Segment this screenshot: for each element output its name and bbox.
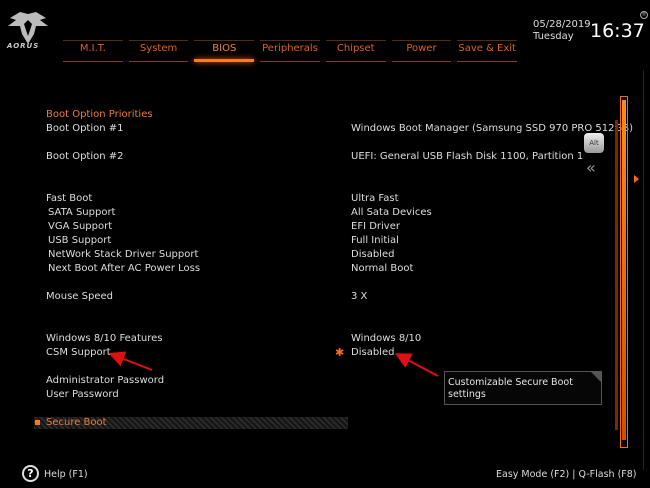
boot-option-2-label[interactable]: Boot Option #2 — [46, 151, 124, 163]
usb-support-label[interactable]: USB Support — [48, 235, 111, 247]
alt-key-button[interactable]: Alt — [584, 133, 604, 153]
mode-shortcuts[interactable]: Easy Mode (F2) | Q-Flash (F8) — [496, 469, 637, 480]
user-password-label[interactable]: User Password — [46, 389, 119, 401]
vga-support-value[interactable]: EFI Driver — [351, 221, 400, 233]
sata-support-label[interactable]: SATA Support — [48, 207, 115, 219]
windows-features-value[interactable]: Windows 8/10 — [351, 333, 421, 345]
scroll-side-rail — [615, 120, 618, 430]
secure-boot-label[interactable]: Secure Boot — [46, 417, 107, 429]
admin-password-label[interactable]: Administrator Password — [46, 375, 164, 387]
tooltip-line-2: settings — [448, 389, 486, 400]
mouse-speed-value[interactable]: 3 X — [351, 291, 367, 303]
usb-support-value[interactable]: Full Initial — [351, 235, 399, 247]
next-boot-value[interactable]: Normal Boot — [351, 263, 413, 275]
vga-support-label[interactable]: VGA Support — [48, 221, 112, 233]
help-button-label[interactable]: Help (F1) — [44, 469, 88, 480]
sata-support-value[interactable]: All Sata Devices — [351, 207, 432, 219]
changed-star-icon: ✱ — [335, 346, 345, 359]
mouse-speed-label[interactable]: Mouse Speed — [46, 291, 113, 303]
fast-boot-label[interactable]: Fast Boot — [46, 193, 92, 205]
collapse-chevron-icon[interactable]: « — [586, 158, 596, 177]
tooltip-text: Customizable Secure Boot settings — [448, 377, 573, 401]
windows-features-label[interactable]: Windows 8/10 Features — [46, 333, 162, 345]
scroll-arrow-icon — [634, 175, 639, 183]
boot-option-2-value[interactable]: UEFI: General USB Flash Disk 1100, Parti… — [351, 151, 583, 163]
fast-boot-value[interactable]: Ultra Fast — [351, 193, 399, 205]
next-boot-label[interactable]: Next Boot After AC Power Loss — [48, 263, 200, 275]
section-title: Boot Option Priorities — [46, 109, 153, 120]
tooltip-corner-icon — [590, 371, 602, 383]
settings-panel: Boot Option Priorities Boot Option #1 Wi… — [0, 0, 650, 488]
csm-support-label[interactable]: CSM Support — [46, 347, 111, 359]
scroll-decoration — [630, 70, 644, 470]
tooltip-line-1: Customizable Secure Boot — [448, 377, 573, 388]
boot-option-1-label[interactable]: Boot Option #1 — [46, 123, 124, 135]
scrollbar-thumb[interactable] — [622, 100, 626, 440]
help-icon[interactable]: ? — [22, 465, 39, 482]
network-stack-value[interactable]: Disabled — [351, 249, 394, 261]
network-stack-label[interactable]: NetWork Stack Driver Support — [48, 249, 198, 261]
selection-bullet-icon — [35, 420, 40, 425]
csm-support-value[interactable]: Disabled — [351, 347, 394, 359]
